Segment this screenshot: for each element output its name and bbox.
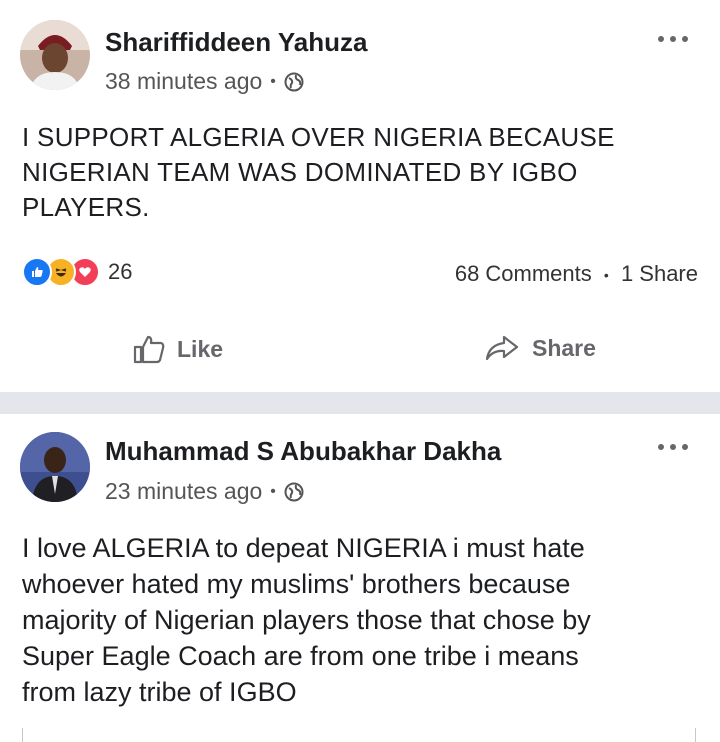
post-meta: 23 minutes ago • (105, 478, 304, 505)
post-card: Muhammad S Abubakhar Dakha 23 minutes ag… (0, 414, 720, 742)
share-label: Share (532, 334, 596, 361)
thumbs-up-icon (133, 335, 165, 364)
author-name[interactable]: Muhammad S Abubakhar Dakha (105, 436, 501, 467)
reactions-summary[interactable]: 26 (22, 257, 132, 287)
shares-count[interactable]: 1 Share (621, 261, 698, 286)
share-button[interactable]: Share (484, 334, 596, 362)
post-time[interactable]: 23 minutes ago (105, 478, 262, 505)
post-text: I SUPPORT ALGERIA OVER NIGERIA BECAUSE N… (22, 122, 615, 222)
post-card: Shariffiddeen Yahuza 38 minutes ago • I … (0, 0, 720, 392)
like-button[interactable]: Like (133, 334, 223, 364)
post-text: I love ALGERIA to depeat NIGERIA i must … (22, 533, 591, 707)
meta-separator: • (270, 482, 276, 500)
globe-icon (284, 72, 304, 91)
author-name[interactable]: Shariffiddeen Yahuza (105, 27, 367, 58)
like-reaction-icon (22, 257, 52, 287)
frame-edge (695, 728, 696, 742)
reaction-count: 26 (108, 259, 133, 284)
stats-separator: • (603, 267, 609, 284)
more-options-icon[interactable] (658, 444, 688, 452)
avatar[interactable] (20, 432, 90, 502)
frame-edge (22, 728, 23, 742)
share-arrow-icon (485, 335, 519, 361)
like-label: Like (177, 335, 224, 362)
more-options-icon[interactable] (658, 36, 688, 44)
meta-separator: • (270, 72, 276, 90)
post-divider (0, 392, 720, 414)
post-time[interactable]: 38 minutes ago (105, 68, 262, 95)
post-meta: 38 minutes ago • (105, 68, 304, 95)
comments-count[interactable]: 68 Comments (455, 261, 592, 286)
globe-icon (284, 482, 304, 501)
avatar[interactable] (20, 20, 90, 90)
post-stats: 68 Comments • 1 Share (455, 261, 698, 287)
